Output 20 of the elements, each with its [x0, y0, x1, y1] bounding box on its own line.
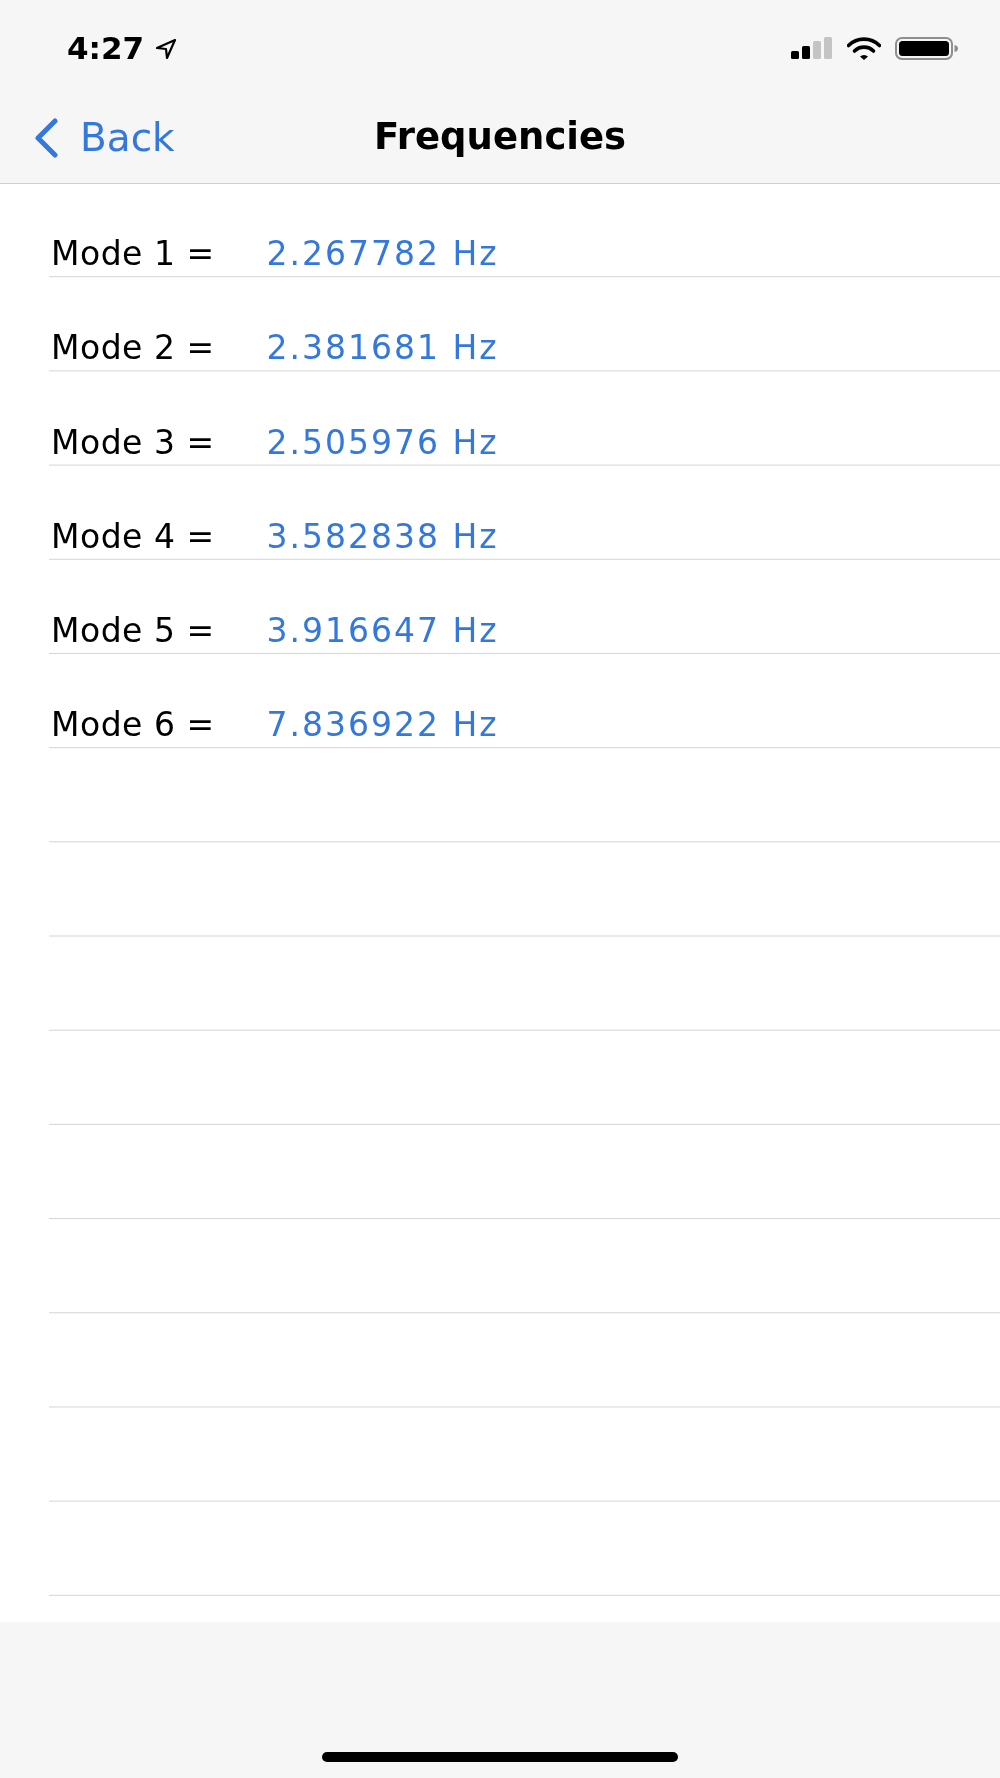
frequency-value: 7.836922 Hz [266, 705, 499, 745]
frequency-value: 3.916647 Hz [266, 610, 499, 650]
nav-title: Frequencies [373, 117, 627, 158]
frequency-value: 2.381681 Hz [266, 328, 499, 368]
frequency-value: 3.582838 Hz [266, 516, 499, 556]
mode-label: Mode 1 = [51, 234, 215, 274]
location-arrow-icon [156, 39, 177, 59]
status-time: 4:27 [67, 32, 145, 64]
signal-icon [791, 37, 833, 59]
frequency-value: 2.505976 Hz [266, 422, 499, 462]
chevron-left-icon [34, 117, 58, 158]
mode-label: Mode 5 = [51, 610, 215, 650]
back-button[interactable]: Back [34, 117, 175, 158]
mode-label: Mode 3 = [51, 422, 215, 462]
mode-label: Mode 6 = [51, 705, 215, 745]
frequency-value: 2.267782 Hz [266, 234, 499, 274]
mode-label: Mode 4 = [51, 516, 215, 556]
mode-label: Mode 2 = [51, 328, 215, 368]
battery-icon [895, 36, 958, 60]
wifi-icon [847, 36, 881, 60]
